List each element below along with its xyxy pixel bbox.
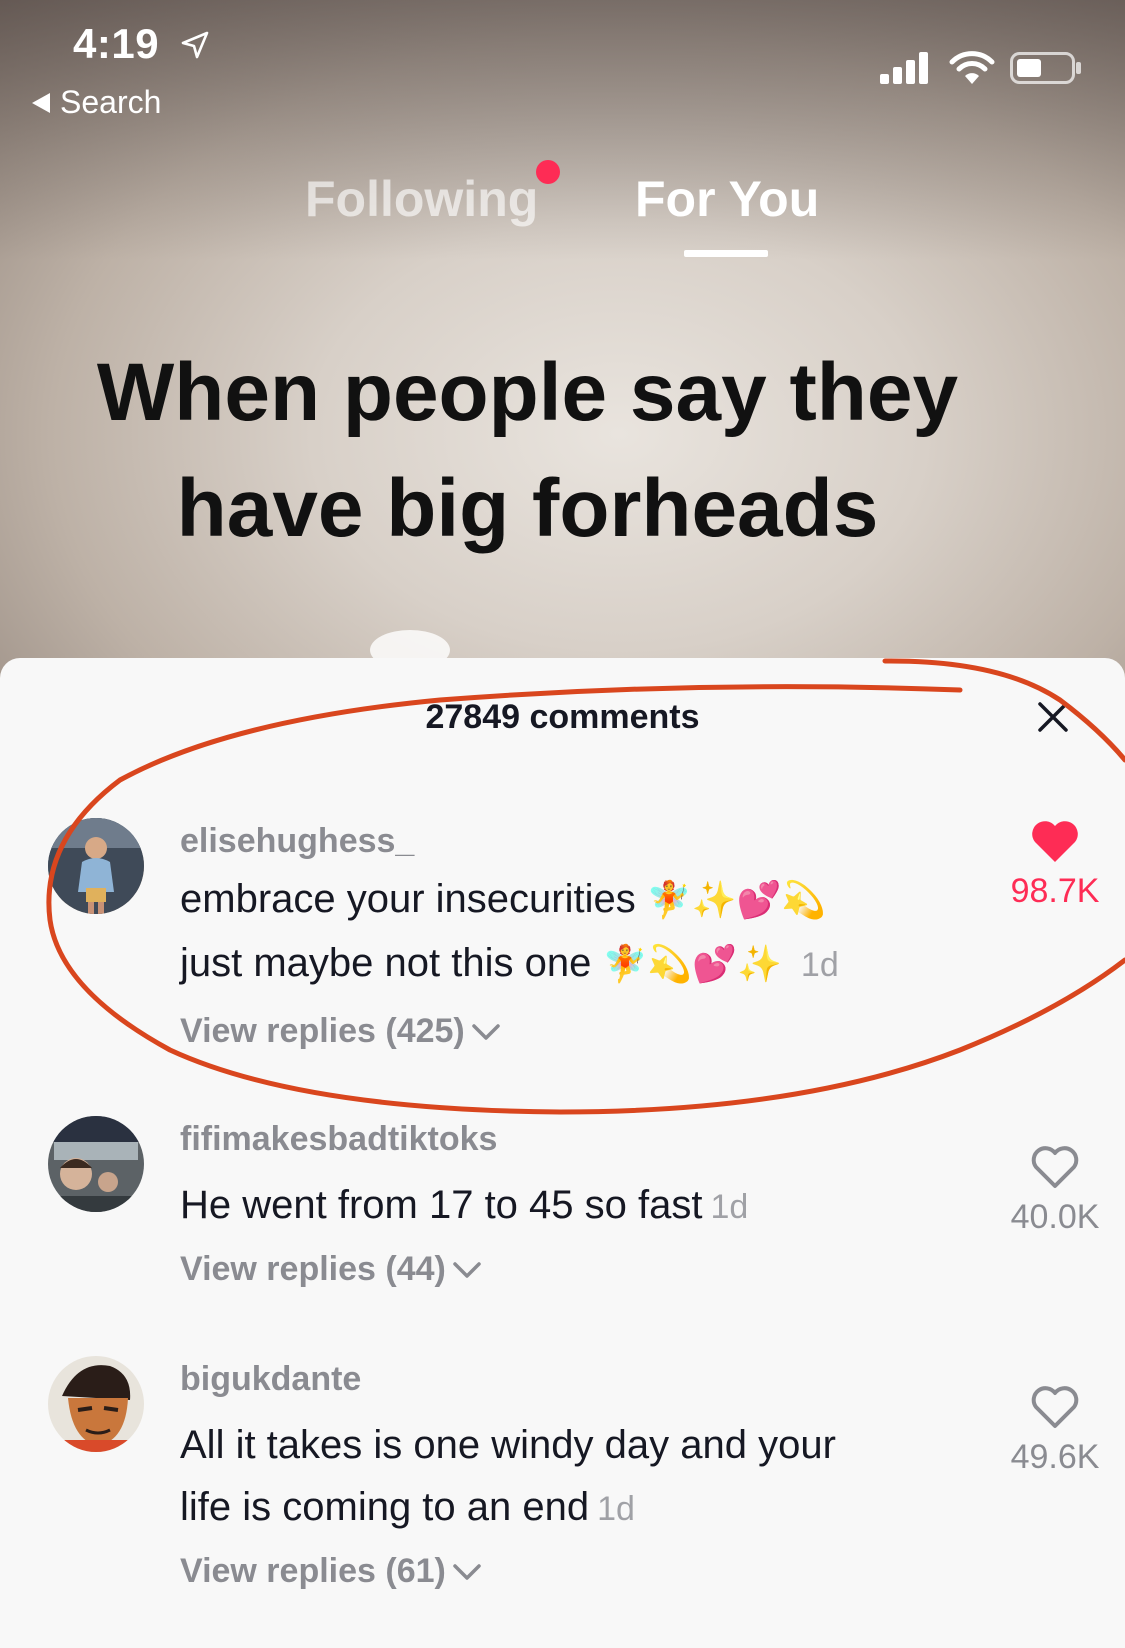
comment-emoji-2: 🧚💫💕✨ (602, 944, 782, 985)
comment-text-line-2: life is coming to an end (180, 1485, 590, 1529)
view-replies-label: View replies (425) (180, 1012, 465, 1050)
heart-outline-icon (1031, 1386, 1079, 1428)
comment-username[interactable]: bigukdante (180, 1360, 361, 1399)
view-replies-button[interactable]: View replies (61) (180, 1552, 482, 1591)
cellular-signal-icon (880, 52, 928, 84)
comment-time: 1d (597, 1490, 635, 1528)
comment-text-line-1: He went from 17 to 45 so fast (180, 1183, 703, 1227)
comment-username[interactable]: elisehughess_ (180, 822, 414, 861)
avatar-photo (48, 818, 144, 914)
tab-following[interactable]: Following (305, 170, 538, 228)
location-arrow-icon (181, 31, 209, 59)
status-time: 4:19 (73, 20, 160, 67)
view-replies-label: View replies (44) (180, 1250, 446, 1288)
comment-emoji-1: 🧚✨💕💫 (646, 880, 827, 921)
video-top-shade (0, 0, 1125, 260)
like-count: 40.0K (1010, 1198, 1100, 1236)
chevron-down-icon (453, 1261, 481, 1278)
comment-text: All it takes is one windy day and your l… (180, 1414, 940, 1540)
avatar[interactable] (48, 1116, 144, 1212)
close-icon[interactable] (1036, 700, 1070, 734)
comments-sheet: 27849 comments elisehughess_ embrace you… (0, 658, 1125, 1648)
chevron-down-icon (472, 1023, 500, 1040)
back-arrow-icon (32, 92, 50, 113)
video-caption-line-2: have big forheads (176, 463, 879, 554)
chevron-down-icon (453, 1563, 481, 1580)
tab-for-you[interactable]: For You (635, 170, 819, 228)
comment-username[interactable]: fifimakesbadtiktoks (180, 1120, 497, 1159)
heart-outline-icon (1031, 1146, 1079, 1188)
view-replies-button[interactable]: View replies (425) (180, 1012, 501, 1051)
comment-text-line-1: All it takes is one windy day and your (180, 1423, 836, 1467)
avatar-photo (48, 1356, 144, 1452)
battery-icon (1010, 52, 1081, 84)
new-content-dot (536, 160, 560, 184)
comment-text: He went from 17 to 45 so fast 1d (180, 1174, 940, 1238)
comment-text-line-1: embrace your insecurities (180, 877, 636, 921)
heart-filled-icon (1032, 821, 1078, 862)
comments-count-title: 27849 comments (425, 698, 700, 736)
wifi-icon (949, 51, 995, 84)
view-replies-button[interactable]: View replies (44) (180, 1250, 482, 1289)
like-count: 49.6K (1010, 1438, 1100, 1476)
avatar[interactable] (48, 1356, 144, 1452)
avatar[interactable] (48, 818, 144, 914)
active-tab-indicator (684, 250, 768, 257)
comment-text-line-2: just maybe not this one (180, 941, 592, 985)
comment-time: 1d (710, 1188, 749, 1226)
video-caption: When people say they have big forheads (0, 335, 1055, 567)
view-replies-label: View replies (61) (180, 1552, 446, 1590)
comment-time: 1d (800, 946, 839, 984)
video-caption-line-1: When people say they (96, 347, 959, 438)
like-count: 98.7K (1010, 872, 1100, 910)
like-button[interactable]: 49.6K (1000, 1384, 1110, 1477)
like-button[interactable]: 98.7K (1000, 818, 1110, 911)
back-to-search-button[interactable]: Search (32, 84, 161, 121)
avatar-photo (48, 1116, 144, 1212)
comment-text: embrace your insecurities 🧚✨💕💫 just mayb… (180, 868, 940, 996)
back-label: Search (60, 84, 162, 120)
like-button[interactable]: 40.0K (1000, 1144, 1110, 1237)
